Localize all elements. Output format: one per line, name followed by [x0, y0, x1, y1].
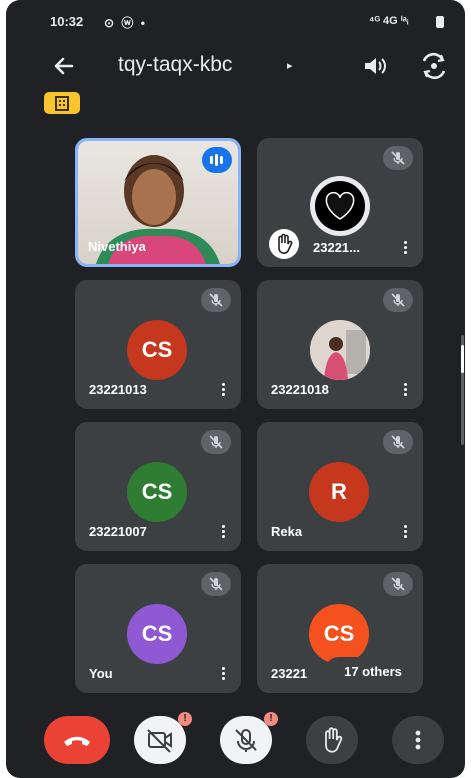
participant-name: 23221... [313, 240, 360, 255]
mic-off-icon [383, 146, 413, 170]
participant-avatar-image [310, 176, 370, 236]
status-notification-icons: ⊙ ⓦ • [104, 16, 147, 30]
more-options-icon[interactable] [215, 665, 231, 683]
meeting-header: tqy-taqx-kbc ▸ [6, 44, 465, 88]
mic-off-icon [383, 288, 413, 312]
end-call-button[interactable] [44, 716, 110, 764]
speaker-icon[interactable] [362, 54, 388, 83]
battery-icon [436, 16, 444, 28]
raise-hand-button[interactable] [306, 716, 358, 764]
participant-tile[interactable]: R Reka [257, 422, 423, 551]
more-options-icon[interactable] [215, 381, 231, 399]
mic-off-icon [383, 572, 413, 596]
participant-tile[interactable]: 23221... [257, 138, 423, 267]
mic-toggle-button[interactable]: ! [220, 712, 278, 764]
more-options-icon[interactable] [397, 523, 413, 541]
participant-avatar: CS [127, 320, 187, 380]
participant-name: 23221007 [89, 524, 147, 539]
status-time: 10:32 [50, 14, 84, 29]
speaking-indicator-icon [202, 147, 232, 173]
switch-camera-icon[interactable] [419, 52, 449, 85]
participant-avatar: CS [127, 462, 187, 522]
participant-name: 23221018 [271, 382, 329, 397]
mic-off-icon [201, 572, 231, 596]
participant-tile[interactable]: Nivethiya [75, 138, 241, 267]
mic-warning-badge: ! [264, 712, 278, 726]
participant-tile[interactable]: 23221018 [257, 280, 423, 409]
participant-avatar-image [310, 320, 370, 380]
participant-avatar: R [309, 462, 369, 522]
participant-name: Nivethiya [88, 239, 146, 254]
meeting-code[interactable]: tqy-taqx-kbc [118, 53, 232, 77]
meeting-info-chevron-icon[interactable]: ▸ [287, 59, 293, 72]
participant-avatar: CS [309, 604, 369, 664]
participant-tile[interactable]: CS 23221013 [75, 280, 241, 409]
participant-tile[interactable]: CS 23221007 [75, 422, 241, 551]
more-options-icon[interactable] [397, 381, 413, 399]
camera-warning-badge: ! [178, 712, 192, 726]
more-options-icon[interactable] [397, 239, 413, 257]
status-signal-text: ⁴ᴳ 4G ⁱᵃᵢ [369, 15, 409, 27]
mic-off-icon [201, 288, 231, 312]
back-arrow-icon[interactable] [50, 52, 78, 80]
mic-off-icon [201, 430, 231, 454]
more-options-button[interactable] [392, 716, 444, 764]
participant-name: You [89, 666, 113, 681]
phone-screen: 10:32 ⊙ ⓦ • ⁴ᴳ 4G ⁱᵃᵢ tqy-taqx-kbc ▸ Niv… [6, 0, 465, 778]
camera-toggle-button[interactable]: ! [134, 712, 192, 764]
participant-tile[interactable]: CS You [75, 564, 241, 693]
raised-hand-icon [269, 229, 299, 259]
others-chip[interactable]: 17 others [324, 657, 422, 687]
status-bar: 10:32 ⊙ ⓦ • ⁴ᴳ 4G ⁱᵃᵢ [6, 0, 465, 40]
more-options-icon[interactable] [215, 523, 231, 541]
building-icon[interactable] [44, 92, 80, 114]
participant-name: 23221013 [89, 382, 147, 397]
scrollbar[interactable] [461, 335, 464, 445]
mic-off-icon [383, 430, 413, 454]
participant-name: 23221 [271, 666, 308, 681]
participant-name: Reka [271, 524, 303, 539]
participant-avatar: CS [127, 604, 187, 664]
